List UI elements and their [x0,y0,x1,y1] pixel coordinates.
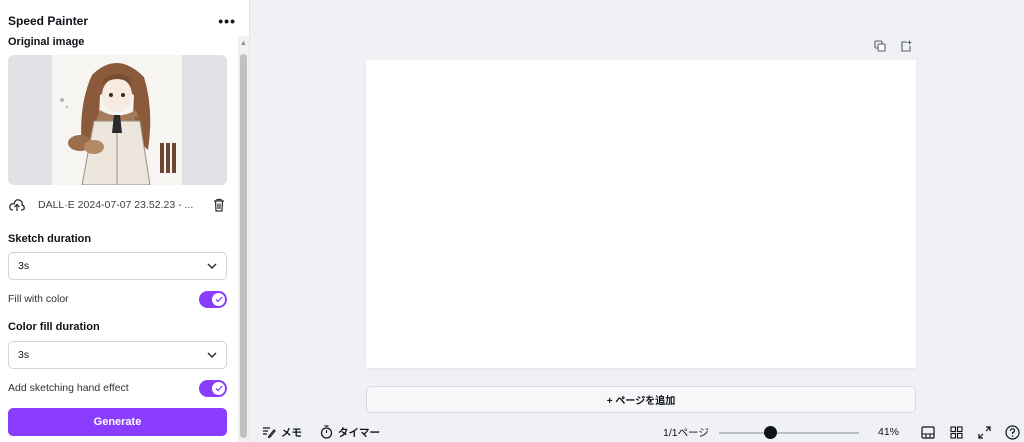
page-view-icon[interactable] [920,424,936,440]
panel-title: Speed Painter [8,14,89,28]
panel-content: Speed Painter ••• Original image DALL·E … [0,0,237,442]
page-count[interactable]: 1/1ページ [663,425,709,440]
zoom-value[interactable]: 41% [878,426,899,438]
original-image-label: Original image [8,36,85,48]
timer-button[interactable]: タイマー [320,425,380,440]
hand-effect-toggle[interactable] [199,379,227,397]
zoom-slider-track[interactable] [719,432,859,434]
fill-color-toggle[interactable] [199,290,227,308]
trash-icon[interactable] [211,197,227,213]
panel-header: Speed Painter ••• [8,12,236,30]
speed-painter-panel: Speed Painter ••• Original image DALL·E … [0,0,250,442]
check-icon [212,292,225,306]
chevron-down-icon [207,349,217,361]
check-icon [212,381,225,395]
zoom-slider-thumb[interactable] [764,426,777,439]
panel-scrollbar[interactable]: ▲ [238,36,249,442]
file-name: DALL·E 2024-07-07 23.52.23 - ... [38,199,194,211]
grid-view-icon[interactable] [948,424,964,440]
canvas-page[interactable] [366,60,916,368]
cloud-upload-icon[interactable] [8,196,26,214]
help-icon[interactable] [1004,424,1020,440]
bottom-bar: メモ タイマー 1/1ページ 41% [250,422,1024,442]
timer-icon [320,425,333,439]
sketch-duration-value: 3s [18,260,30,272]
color-fill-duration-value: 3s [18,349,30,361]
generate-button[interactable]: Generate [8,408,227,436]
hand-effect-row: Add sketching hand effect [8,379,227,397]
color-fill-duration-select[interactable]: 3s [8,341,227,369]
memo-button[interactable]: メモ [262,425,302,440]
fill-color-row: Fill with color [8,290,227,308]
fullscreen-icon[interactable] [976,424,992,440]
original-image-preview [8,55,227,185]
sketch-duration-label: Sketch duration [8,233,92,245]
file-row: DALL·E 2024-07-07 23.52.23 - ... [8,195,227,215]
fill-color-label: Fill with color [8,293,69,305]
color-fill-duration-label: Color fill duration [8,321,100,333]
timer-label: タイマー [338,426,380,439]
sketch-duration-select[interactable]: 3s [8,252,227,280]
add-page-button[interactable]: + ページを追加 [366,386,916,413]
more-options-button[interactable]: ••• [218,13,236,29]
duplicate-page-icon[interactable] [873,39,887,53]
memo-icon [263,427,276,438]
memo-label: メモ [281,426,302,439]
scroll-up-arrow-icon[interactable]: ▲ [238,36,249,50]
chevron-down-icon [207,260,217,272]
add-page-icon[interactable] [899,39,913,53]
anime-girl-image [52,55,182,185]
page-toolbar [873,39,913,53]
scroll-thumb[interactable] [240,54,247,438]
hand-effect-label: Add sketching hand effect [8,382,129,394]
